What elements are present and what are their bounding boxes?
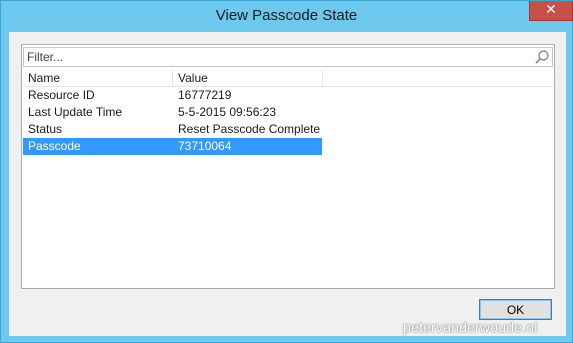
row-name: Last Update Time (28, 105, 123, 119)
watermark: petervanderwoude.nl (403, 319, 538, 335)
row-name: Resource ID (28, 88, 95, 102)
table-row[interactable]: Status Reset Passcode Complete (23, 121, 553, 138)
row-name: Status (28, 122, 63, 136)
column-header-name[interactable]: Name (23, 70, 173, 87)
table-row[interactable]: Resource ID 16777219 (23, 87, 553, 104)
filter-input[interactable] (27, 49, 527, 65)
row-value: Reset Passcode Complete (178, 122, 321, 136)
column-header-value[interactable]: Value (173, 70, 323, 87)
row-value: 5-5-2015 09:56:23 (178, 105, 277, 119)
properties-grid: Name Value Resource ID 16777219 Last Upd… (23, 70, 553, 155)
list-panel: Name Value Resource ID 16777219 Last Upd… (21, 44, 555, 289)
title-bar[interactable]: View Passcode State ✕ (1, 1, 573, 33)
table-row-selected[interactable]: Passcode 73710064 (23, 138, 322, 155)
close-button[interactable]: ✕ (529, 1, 573, 21)
ok-button[interactable]: OK (479, 299, 552, 320)
row-value: 73710064 (178, 139, 232, 153)
table-row[interactable]: Last Update Time 5-5-2015 09:56:23 (23, 104, 553, 121)
dialog-body: Name Value Resource ID 16777219 Last Upd… (9, 32, 566, 336)
filter-box (23, 47, 553, 67)
dialog-window: View Passcode State ✕ Name Value (0, 0, 573, 343)
row-value: 16777219 (178, 88, 232, 102)
grid-header: Name Value (23, 70, 553, 87)
window-title: View Passcode State (215, 7, 358, 24)
row-name: Passcode (28, 139, 81, 153)
search-icon[interactable] (534, 49, 550, 65)
